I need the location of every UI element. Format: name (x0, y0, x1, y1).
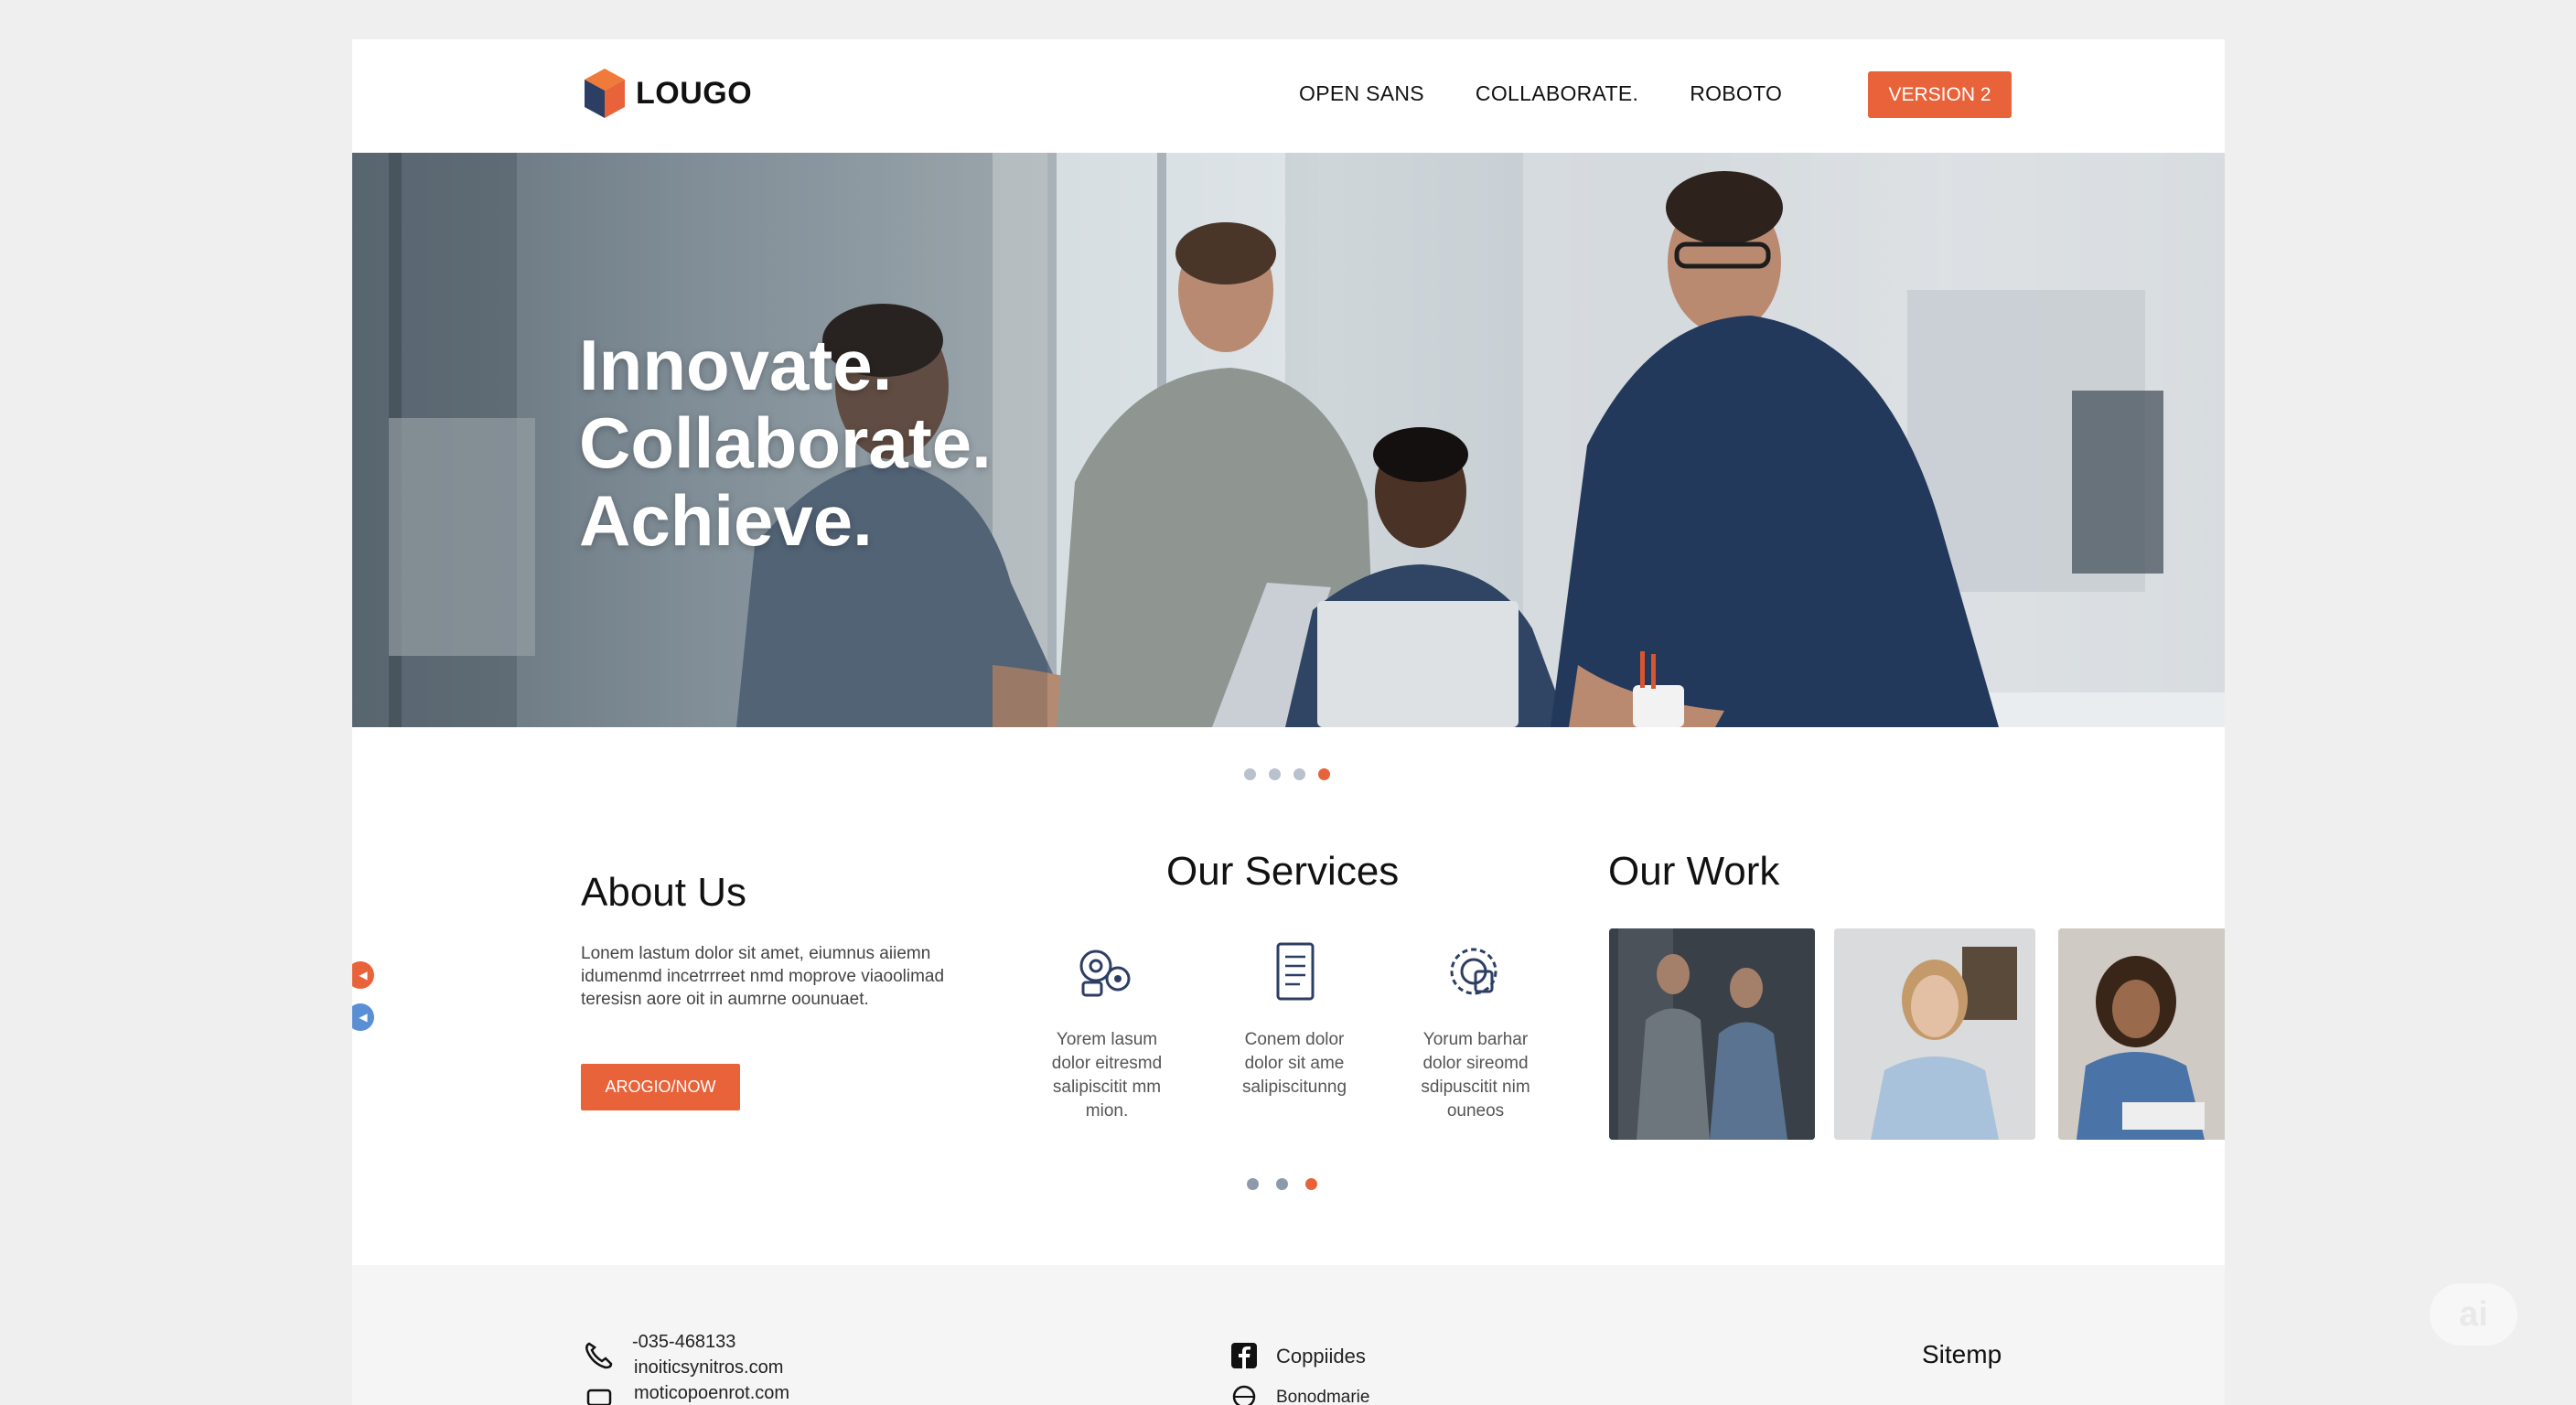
service-line: Yorum barhar (1422, 1030, 1529, 1049)
nav-item-open-sans[interactable]: OPEN SANS (1299, 81, 1424, 106)
service-line: salipiscitit mm (1052, 1078, 1162, 1097)
carousel-dot[interactable] (1293, 768, 1305, 780)
hero-banner: Innovate. Collaborate. Achieve. (352, 153, 2225, 727)
services-title: Our Services (1166, 849, 1400, 894)
service-line: salipiscitunng (1241, 1078, 1347, 1097)
footer-social-link[interactable]: Coppiides (1276, 1345, 1366, 1368)
footer-social-link-2[interactable]: Bonodmarie (1276, 1388, 1369, 1405)
work-photo (1609, 928, 1815, 1140)
footer-phone[interactable]: -035-468133 (632, 1332, 735, 1353)
carousel-dot-active[interactable] (1318, 768, 1330, 780)
page: LOUGO OPEN SANS COLLABORATE. ROBOTO VERS… (352, 39, 2225, 1405)
carousel-dot-active[interactable] (1305, 1178, 1317, 1190)
work-image-1[interactable] (1609, 928, 1815, 1140)
document-icon (1276, 942, 1315, 1001)
carousel-dot[interactable] (1276, 1178, 1288, 1190)
hero-line-collaborate: Collaborate. (579, 402, 992, 483)
service-line: sdipuscitit nim (1421, 1078, 1530, 1097)
service-line: mion. (1085, 1101, 1129, 1121)
hero-line-innovate: Innovate. (579, 325, 893, 405)
chevron-left-icon: ◀ (359, 969, 368, 981)
service-item[interactable]: Yorum barhar dolor sireomd sdipuscitit n… (1393, 940, 1558, 1123)
ai-badge: ai (2430, 1283, 2517, 1346)
globe-icon (1232, 1385, 1256, 1405)
carousel-dot[interactable] (1247, 1178, 1259, 1190)
nav-item-roboto[interactable]: ROBOTO (1690, 81, 1782, 106)
about-cta-button[interactable]: AROGIO/NOW (581, 1064, 740, 1110)
service-line: dolor sireomd (1422, 1054, 1529, 1073)
hero-carousel-dots (1244, 768, 1330, 780)
footer-email[interactable]: inoiticsynitros.com (634, 1357, 783, 1378)
logo-text: LOUGO (636, 75, 753, 111)
logo[interactable]: LOUGO (583, 67, 752, 120)
work-image-3[interactable] (2058, 928, 2225, 1140)
carousel-dot[interactable] (1269, 768, 1281, 780)
footer-email-2[interactable]: moticopoenrot.com (634, 1383, 789, 1404)
carousel-dot[interactable] (1244, 768, 1256, 780)
service-item[interactable]: Yorem lasum dolor eitresmd salipiscitit … (1025, 940, 1189, 1123)
gears-icon (1079, 949, 1131, 997)
facebook-icon (1231, 1343, 1257, 1368)
work-photo (1834, 928, 2035, 1140)
next-arrow-button[interactable]: ◀ (352, 1003, 374, 1031)
work-title: Our Work (1608, 849, 1780, 894)
service-line: dolor sit ame (1244, 1054, 1345, 1073)
work-image-2[interactable] (1834, 928, 2035, 1140)
header: LOUGO OPEN SANS COLLABORATE. ROBOTO VERS… (352, 39, 2225, 153)
section-carousel-dots (1247, 1178, 1317, 1190)
version-button[interactable]: VERSION 2 (1868, 71, 2012, 118)
main-nav: OPEN SANS COLLABORATE. ROBOTO (1299, 81, 1782, 106)
work-photo (2058, 928, 2225, 1140)
service-line: Conem dolor (1244, 1030, 1345, 1049)
prev-arrow-button[interactable]: ◀ (352, 961, 374, 989)
mail-icon (586, 1389, 612, 1405)
service-line: ouneos (1446, 1101, 1505, 1121)
footer-sitemap-link[interactable]: Sitemp (1922, 1340, 2002, 1369)
nav-item-collaborate[interactable]: COLLABORATE. (1476, 81, 1638, 106)
service-item[interactable]: Conem dolor dolor sit ame salipiscitunng (1212, 940, 1377, 1099)
chevron-left-icon: ◀ (359, 1011, 368, 1024)
service-line: Yorem lasum (1056, 1030, 1158, 1049)
hero-headline: Innovate. Collaborate. Achieve. (579, 327, 992, 560)
about-text: Lonem lastum dolor sit amet, eiumnus aii… (581, 944, 945, 1009)
cube-logo-icon (585, 69, 625, 118)
hero-line-achieve: Achieve. (579, 480, 873, 561)
about-title: About Us (581, 870, 746, 915)
phone-icon (585, 1342, 613, 1369)
service-line: dolor eitresmd (1051, 1054, 1163, 1073)
target-icon (1450, 948, 1497, 995)
